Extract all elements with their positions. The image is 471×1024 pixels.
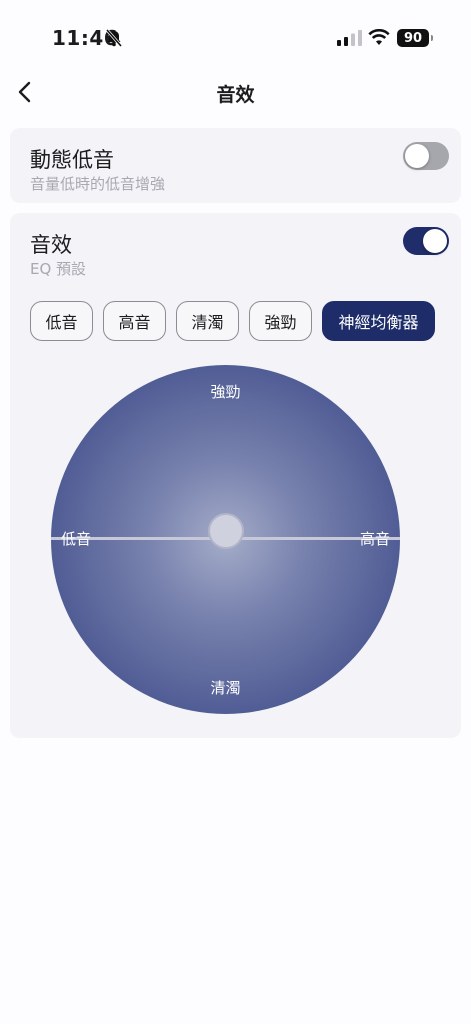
sound-effect-toggle[interactable] bbox=[403, 227, 449, 255]
nav-bar: 音效 bbox=[0, 70, 471, 116]
eq-preset-subtitle: EQ 預設 bbox=[30, 260, 87, 278]
sound-effect-title: 音效 bbox=[30, 233, 72, 257]
preset-chip-powerful[interactable]: 強勁 bbox=[249, 301, 312, 341]
dynamic-bass-toggle[interactable] bbox=[403, 142, 449, 170]
dynamic-bass-subtitle: 音量低時的低音增強 bbox=[30, 175, 166, 193]
page-title: 音效 bbox=[216, 84, 255, 106]
eq-label-treble: 高音 bbox=[359, 530, 390, 548]
eq-drag-handle[interactable] bbox=[208, 513, 244, 549]
dynamic-bass-title: 動態低音 bbox=[30, 148, 114, 172]
preset-chip-bass[interactable]: 低音 bbox=[30, 301, 93, 341]
eq-label-clarity: 清濁 bbox=[210, 679, 241, 697]
battery-icon: 90 bbox=[397, 29, 433, 47]
preset-chip-clarity[interactable]: 清濁 bbox=[176, 301, 239, 341]
toggle-knob bbox=[423, 229, 447, 253]
eq-preset-chips: 低音 高音 清濁 強勁 神經均衡器 bbox=[30, 301, 435, 341]
eq-label-bass: 低音 bbox=[61, 530, 92, 548]
status-bar: 11:46 90 bbox=[0, 0, 471, 70]
signal-icon bbox=[337, 30, 362, 46]
eq-pad[interactable]: 強勁 清濁 低音 高音 bbox=[51, 365, 400, 714]
preset-chip-neural-eq[interactable]: 神經均衡器 bbox=[322, 301, 435, 341]
battery-level: 90 bbox=[403, 30, 423, 46]
preset-chip-treble[interactable]: 高音 bbox=[103, 301, 166, 341]
eq-label-powerful: 強勁 bbox=[210, 383, 241, 401]
dynamic-bass-card: 動態低音 音量低時的低音增強 bbox=[10, 128, 461, 203]
wifi-icon bbox=[368, 29, 390, 45]
bell-slash-icon bbox=[105, 29, 123, 47]
toggle-knob bbox=[405, 144, 429, 168]
sound-effect-card: 音效 EQ 預設 低音 高音 清濁 強勁 神經均衡器 強勁 清濁 低音 高音 bbox=[10, 213, 461, 738]
